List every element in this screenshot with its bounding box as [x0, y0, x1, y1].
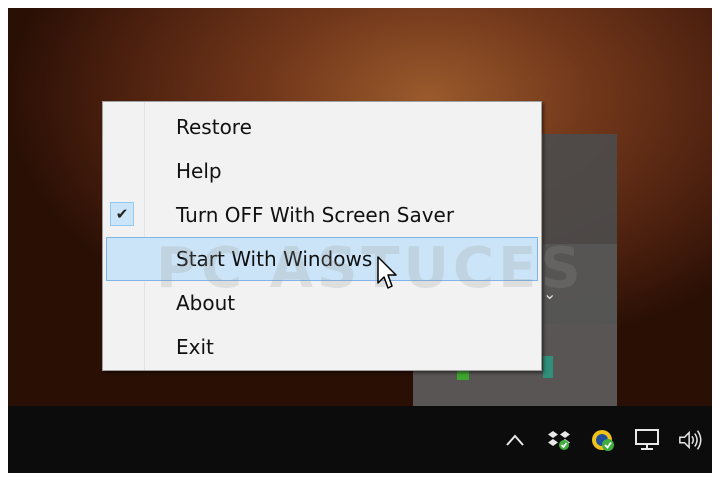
taskbar	[8, 406, 712, 473]
menu-item-start-with-windows[interactable]: Start With Windows	[106, 237, 538, 281]
menu-item-label: Exit	[176, 335, 214, 359]
menu-item-label: About	[176, 291, 236, 315]
menu-item-label: Start With Windows	[176, 247, 373, 271]
checkmark-icon: ✔	[110, 202, 134, 226]
volume-icon[interactable]	[678, 427, 704, 453]
app-tray-icon[interactable]	[543, 356, 553, 378]
dropbox-icon[interactable]	[546, 427, 572, 453]
system-tray	[502, 406, 712, 473]
chevron-down-icon[interactable]: ⌄	[543, 284, 556, 303]
network-icon[interactable]	[634, 427, 660, 453]
screenshot-frame: ⌄ Restore Help ✔ Turn OFF With Screen Sa…	[8, 8, 712, 473]
menu-item-exit[interactable]: Exit	[106, 325, 538, 369]
menu-item-label: Restore	[176, 115, 252, 139]
mouse-pointer-icon	[377, 256, 405, 296]
chevron-up-icon[interactable]	[502, 427, 528, 453]
menu-item-restore[interactable]: Restore	[106, 105, 538, 149]
app-check-icon[interactable]	[590, 427, 616, 453]
menu-item-turn-off-with-screen-saver[interactable]: ✔ Turn OFF With Screen Saver	[106, 193, 538, 237]
menu-item-label: Turn OFF With Screen Saver	[176, 203, 455, 227]
context-menu: Restore Help ✔ Turn OFF With Screen Save…	[102, 101, 542, 371]
menu-item-help[interactable]: Help	[106, 149, 538, 193]
menu-item-about[interactable]: About	[106, 281, 538, 325]
menu-item-label: Help	[176, 159, 222, 183]
